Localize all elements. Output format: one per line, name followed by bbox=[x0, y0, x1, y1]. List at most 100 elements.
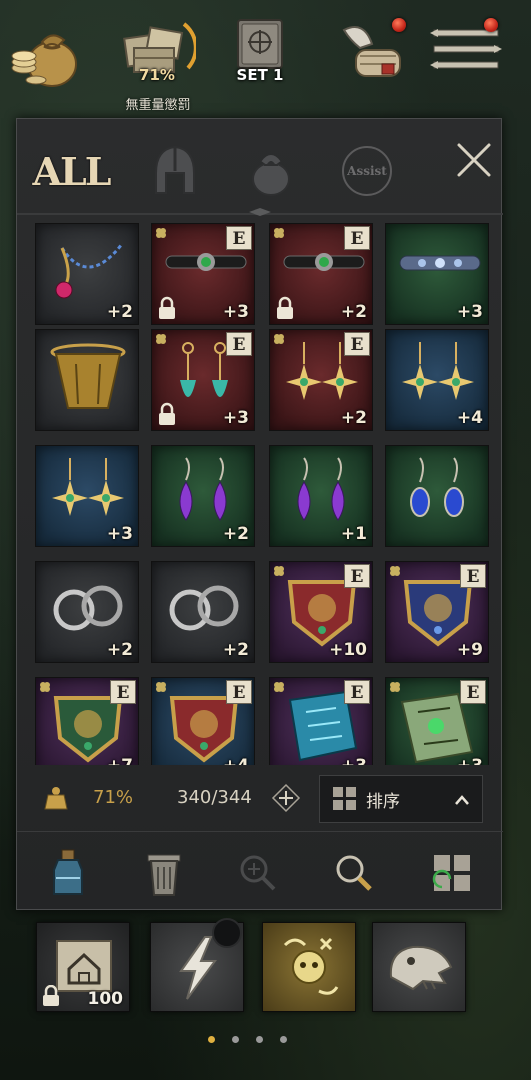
menu-notification-dot bbox=[484, 18, 498, 32]
inventory-slot[interactable]: +3 bbox=[385, 223, 489, 325]
enhance-level: +2 bbox=[340, 302, 367, 322]
inventory-toolbar bbox=[17, 831, 503, 911]
search-icon bbox=[336, 855, 372, 891]
expand-slots-button[interactable] bbox=[271, 783, 301, 813]
mail-button[interactable] bbox=[338, 16, 416, 86]
slot-capacity: 340/344 bbox=[177, 787, 252, 808]
enhance-level: +3 bbox=[106, 524, 133, 544]
equipped-badge: E bbox=[460, 680, 486, 704]
inventory-slot[interactable] bbox=[35, 329, 139, 431]
enhance-level: +2 bbox=[222, 524, 249, 544]
weight-indicator[interactable]: 71% bbox=[118, 18, 196, 90]
close-button[interactable] bbox=[453, 139, 495, 181]
inventory-slot[interactable]: +2 bbox=[35, 223, 139, 325]
inventory-slot[interactable]: E +3 bbox=[269, 677, 373, 765]
page-indicator bbox=[204, 1036, 304, 1046]
quickslot-beast-skull[interactable] bbox=[372, 922, 466, 1012]
inventory-slot[interactable]: E +4 bbox=[151, 677, 255, 765]
dragon-skull-icon bbox=[389, 945, 453, 991]
enhance-level: +4 bbox=[223, 756, 249, 765]
basket-belt-icon bbox=[50, 343, 126, 409]
plus-diamond-icon bbox=[271, 783, 301, 813]
equipped-badge: E bbox=[226, 226, 252, 250]
enhance-level: +9 bbox=[456, 640, 483, 660]
search-button[interactable] bbox=[331, 848, 377, 898]
inventory-slot[interactable]: E +2 bbox=[269, 329, 373, 431]
skull-icon bbox=[283, 937, 339, 995]
clover-icon bbox=[274, 334, 284, 344]
sort-dropdown[interactable]: 排序 bbox=[319, 775, 483, 823]
potion-button[interactable] bbox=[45, 848, 91, 898]
page-dot[interactable] bbox=[232, 1036, 239, 1043]
inventory-slot[interactable]: E +3 bbox=[151, 223, 255, 325]
inventory-slot[interactable]: E +3 bbox=[151, 329, 255, 431]
enhance-level: +2 bbox=[106, 640, 133, 660]
lock-icon bbox=[277, 296, 293, 319]
inventory-slot[interactable]: E +7 bbox=[35, 677, 139, 765]
enhance-level: +4 bbox=[456, 408, 483, 428]
necklace-icon bbox=[55, 243, 124, 299]
hoop-earrings-icon bbox=[169, 585, 239, 631]
equipped-badge: E bbox=[344, 680, 370, 704]
lock-icon bbox=[159, 402, 175, 425]
enhance-level: +2 bbox=[222, 640, 249, 660]
inventory-slot[interactable]: E +9 bbox=[385, 561, 489, 663]
inventory-slot[interactable]: E +3 bbox=[385, 677, 489, 765]
enhance-level: +1 bbox=[340, 524, 367, 544]
tab-accessories[interactable] bbox=[239, 141, 303, 201]
cooldown-indicator bbox=[212, 918, 242, 948]
weight-percent-label: 71% bbox=[139, 66, 175, 84]
clover-icon bbox=[390, 682, 400, 692]
page-dot[interactable] bbox=[280, 1036, 287, 1043]
assist-label: Assist bbox=[342, 146, 392, 196]
weight-percent-stat: 71% bbox=[93, 787, 134, 808]
tab-armor[interactable] bbox=[143, 141, 207, 201]
page-dot-active[interactable] bbox=[208, 1036, 215, 1043]
enhance-level: +10 bbox=[329, 640, 367, 660]
money-bag-icon bbox=[11, 34, 77, 87]
earrings-star-icon bbox=[402, 342, 474, 400]
inventory-slot[interactable] bbox=[385, 445, 489, 547]
inventory-slot[interactable]: +2 bbox=[35, 561, 139, 663]
inventory-slot[interactable]: +2 bbox=[151, 561, 255, 663]
main-menu-button[interactable] bbox=[428, 18, 504, 80]
inventory-slot[interactable]: E +2 bbox=[269, 223, 373, 325]
equipped-badge: E bbox=[460, 564, 486, 588]
tab-all[interactable]: ALL bbox=[33, 141, 112, 201]
page-dot[interactable] bbox=[256, 1036, 263, 1043]
inventory-slot[interactable]: +1 bbox=[269, 445, 373, 547]
clover-icon bbox=[274, 682, 284, 692]
quickslot-home-scroll[interactable]: 100 bbox=[36, 922, 130, 1012]
earrings-star-icon bbox=[52, 458, 124, 516]
earrings-blue-icon bbox=[410, 457, 464, 517]
inventory-slot[interactable]: +3 bbox=[35, 445, 139, 547]
equipped-badge: E bbox=[226, 680, 252, 704]
clover-icon bbox=[156, 682, 166, 692]
enhance-button[interactable] bbox=[235, 848, 281, 898]
quickslot-skull-scroll[interactable] bbox=[262, 922, 356, 1012]
weight-penalty-caption: 無重量懲罰 bbox=[125, 98, 191, 113]
inventory-slot[interactable]: E +10 bbox=[269, 561, 373, 663]
enhance-level: +2 bbox=[106, 302, 133, 322]
inventory-slot[interactable]: +2 bbox=[151, 445, 255, 547]
lock-icon bbox=[43, 985, 59, 1006]
arrange-icon bbox=[432, 855, 470, 891]
inventory-slot[interactable]: +4 bbox=[385, 329, 489, 431]
inventory-tabs: ALL Assist bbox=[17, 129, 503, 209]
grid-sort-icon bbox=[333, 787, 356, 810]
equipment-set-button[interactable]: SET 1 bbox=[228, 18, 292, 90]
clover-icon bbox=[40, 682, 50, 692]
magnify-plus-icon bbox=[240, 855, 276, 891]
hoop-earrings-icon bbox=[53, 585, 123, 631]
enhance-level: +7 bbox=[107, 756, 133, 765]
enhance-level: +3 bbox=[341, 756, 367, 765]
sort-label: 排序 bbox=[366, 791, 400, 812]
currency-bag-button[interactable] bbox=[8, 20, 82, 90]
tab-assist[interactable]: Assist bbox=[335, 141, 399, 201]
lock-icon bbox=[159, 296, 175, 319]
divider-ornament-icon bbox=[249, 208, 271, 216]
weight-icon bbox=[44, 787, 68, 810]
discard-button[interactable] bbox=[141, 848, 187, 898]
auto-arrange-button[interactable] bbox=[429, 848, 475, 898]
pouch-icon bbox=[252, 155, 290, 196]
